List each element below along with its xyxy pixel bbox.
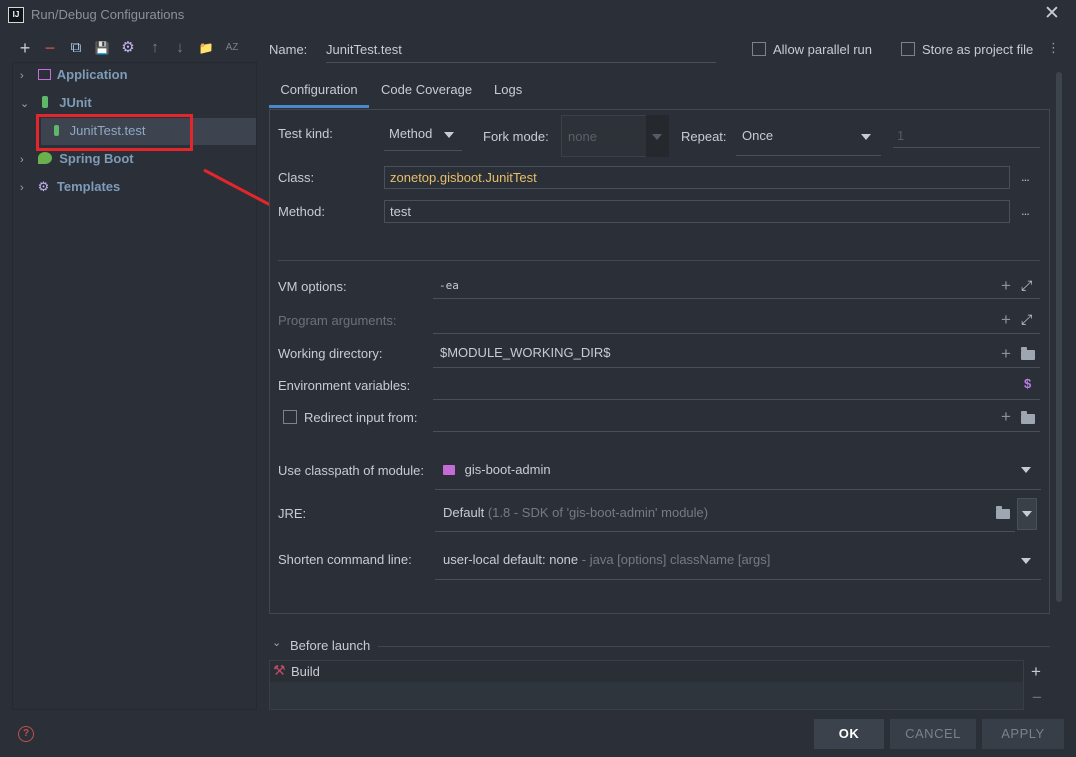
- working-directory-label: Working directory:: [278, 346, 383, 361]
- allow-parallel-run-label[interactable]: Allow parallel run: [773, 42, 872, 57]
- method-label: Method:: [278, 204, 325, 219]
- store-as-project-file-checkbox[interactable]: [901, 42, 915, 56]
- store-as-project-file-label[interactable]: Store as project file: [922, 42, 1033, 57]
- before-launch-remove-icon[interactable]: −: [1032, 688, 1042, 708]
- chevron-down-icon[interactable]: [1022, 511, 1032, 517]
- ok-button[interactable]: OK: [814, 719, 884, 749]
- tab-logs[interactable]: Logs: [494, 80, 522, 108]
- working-directory-input[interactable]: $MODULE_WORKING_DIR$: [433, 338, 1040, 368]
- vm-options-label: VM options:: [278, 279, 347, 294]
- separator: [278, 260, 1040, 261]
- chevron-down-icon[interactable]: ⌄: [272, 636, 281, 649]
- fork-mode-value: none: [568, 129, 597, 144]
- chevron-down-icon[interactable]: [1021, 558, 1031, 564]
- class-label: Class:: [278, 170, 315, 185]
- classpath-module-dropdown[interactable]: gis-boot-admin: [435, 452, 1041, 490]
- shorten-command-line-value: user-local default: none: [443, 552, 579, 567]
- vm-options-expand-icon[interactable]: ⤢: [1021, 277, 1032, 294]
- shorten-command-line-dropdown[interactable]: user-local default: none - java [options…: [435, 542, 1041, 580]
- class-input[interactable]: zonetop.gisboot.JunitTest: [384, 166, 1010, 189]
- jre-folder-icon[interactable]: [996, 506, 1010, 519]
- name-input[interactable]: JunitTest.test: [326, 40, 716, 63]
- program-arguments-label: Program arguments:: [278, 313, 397, 328]
- test-kind-value: Method: [389, 126, 433, 141]
- jre-label: JRE:: [278, 506, 307, 521]
- environment-variables-input[interactable]: [433, 370, 1040, 400]
- more-options-icon[interactable]: ⋮: [1047, 40, 1060, 56]
- module-folder-icon: [443, 465, 455, 475]
- redirect-input-folder-icon[interactable]: [1021, 411, 1035, 424]
- apply-button[interactable]: APPLY: [982, 719, 1064, 749]
- working-directory-folder-icon[interactable]: [1021, 347, 1035, 360]
- chevron-down-icon[interactable]: [861, 134, 871, 140]
- classpath-module-value: gis-boot-admin: [464, 462, 551, 477]
- repeat-value: Once: [742, 128, 774, 143]
- redirect-input-field[interactable]: [433, 402, 1040, 432]
- method-input[interactable]: test: [384, 200, 1010, 223]
- before-launch-title[interactable]: Before launch: [290, 638, 370, 653]
- allow-parallel-run-checkbox[interactable]: [752, 42, 766, 56]
- program-arguments-add-icon[interactable]: +: [1001, 310, 1011, 330]
- repeat-count-input[interactable]: 1: [893, 120, 1040, 148]
- jre-detail: (1.8 - SDK of 'gis-boot-admin' module): [487, 505, 709, 520]
- vertical-scrollbar[interactable]: [1056, 72, 1062, 602]
- chevron-down-icon[interactable]: [444, 132, 454, 138]
- jre-value: Default: [443, 505, 485, 520]
- method-browse-button[interactable]: ...: [1021, 203, 1030, 218]
- before-launch-separator: [378, 646, 1050, 647]
- redirect-input-checkbox[interactable]: [283, 410, 297, 424]
- fork-mode-label: Fork mode:: [483, 129, 549, 144]
- shorten-command-line-label: Shorten command line:: [278, 552, 412, 567]
- vm-options-input[interactable]: -ea: [433, 272, 1040, 299]
- program-arguments-expand-icon[interactable]: ⤢: [1021, 311, 1032, 328]
- jre-input[interactable]: Default (1.8 - SDK of 'gis-boot-admin' m…: [435, 496, 1015, 532]
- hammer-icon: ⚒: [273, 662, 286, 678]
- redirect-input-add-icon[interactable]: +: [1001, 407, 1011, 427]
- classpath-module-label: Use classpath of module:: [278, 463, 424, 478]
- environment-variables-icon[interactable]: $: [1024, 376, 1031, 391]
- repeat-dropdown[interactable]: Once: [736, 118, 881, 156]
- program-arguments-input[interactable]: [433, 306, 1040, 334]
- vm-options-add-icon[interactable]: +: [1001, 276, 1011, 296]
- before-launch-add-icon[interactable]: +: [1031, 662, 1041, 682]
- cancel-button[interactable]: CANCEL: [890, 719, 976, 749]
- test-kind-label: Test kind:: [278, 126, 333, 141]
- help-icon[interactable]: ?: [18, 726, 34, 742]
- tab-configuration[interactable]: Configuration: [269, 80, 369, 108]
- name-label: Name:: [269, 42, 308, 57]
- repeat-label: Repeat:: [681, 129, 727, 144]
- shorten-command-line-detail: - java [options] className [args]: [581, 552, 771, 567]
- working-directory-add-icon[interactable]: +: [1001, 344, 1011, 364]
- chevron-down-icon[interactable]: [652, 134, 662, 140]
- redirect-input-label[interactable]: Redirect input from:: [304, 410, 417, 425]
- tab-code-coverage[interactable]: Code Coverage: [381, 80, 472, 108]
- before-launch-item-build[interactable]: [270, 661, 1023, 682]
- class-browse-button[interactable]: ...: [1021, 169, 1030, 184]
- environment-variables-label: Environment variables:: [278, 378, 411, 393]
- before-launch-item-label: Build: [291, 664, 320, 679]
- chevron-down-icon[interactable]: [1021, 467, 1031, 473]
